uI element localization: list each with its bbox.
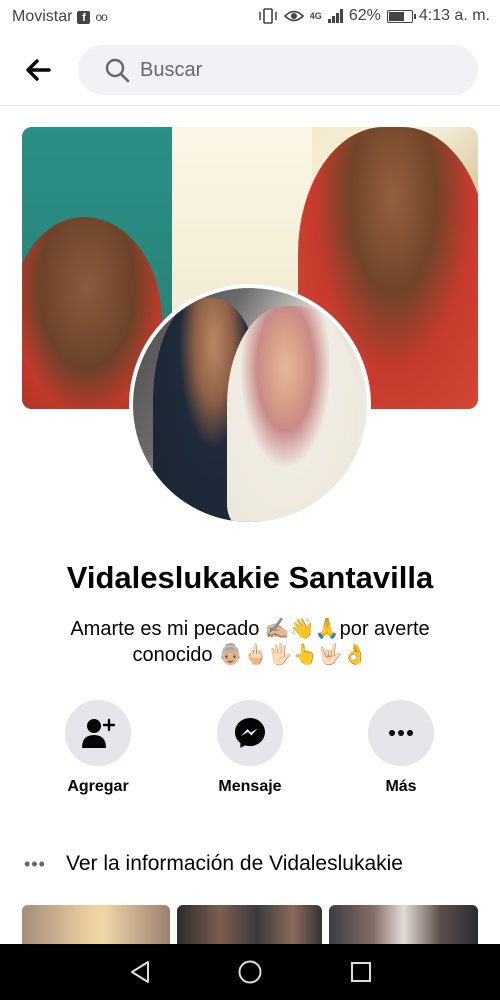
back-button[interactable] [22,54,54,86]
voicemail-icon: oo [95,10,107,24]
profile-picture[interactable] [133,288,367,522]
battery-fill [388,11,404,21]
search-input[interactable] [140,58,440,82]
clock: 4:13 a. m. [418,7,490,24]
profile-actions: Agregar Mensaje Más [0,700,500,810]
profile-bio: Amarte es mi pecado ✍🏼👋🙏por averte conoc… [30,616,470,668]
add-friend-button[interactable]: Agregar [43,700,153,796]
more-dots-icon [389,730,413,736]
profile-bio-line-2: conocido 👵🏼🖕🏻🖐🏻👆🤟🏻👌 [132,644,368,666]
nav-home-button[interactable] [236,958,264,986]
see-info-text[interactable]: Ver la información de Vidaleslukakie [66,852,403,876]
battery-icon [386,9,416,23]
carrier-name: Movistar [12,8,73,25]
message-label: Mensaje [218,778,282,795]
messenger-icon [235,718,265,748]
profile-bio-line-1: Amarte es mi pecado ✍🏼👋🙏por averte [70,618,430,640]
photo-thumbnail[interactable] [177,905,322,945]
more-label: Más [385,778,417,795]
battery-percent: 62% [348,7,381,24]
eye-icon [283,10,304,22]
search-icon [105,58,130,83]
message-button[interactable]: Mensaje [195,700,305,796]
message-circle[interactable] [217,700,283,766]
photo-thumbnail[interactable] [329,905,478,945]
add-friend-label: Agregar [67,778,129,795]
android-nav-bar [0,944,500,1000]
nav-recents-button[interactable] [347,958,375,986]
vibrate-icon [259,8,277,24]
carrier-group: Movistar f oo [12,8,108,26]
photos-strip [22,905,478,945]
search-bar[interactable] [78,45,478,95]
add-friend-icon [82,718,115,748]
facebook-notification-icon: f [77,10,91,24]
add-friend-circle[interactable] [65,700,131,766]
more-button[interactable]: Más [346,700,456,796]
more-info-icon: ••• [24,853,46,874]
signal-icon [327,9,343,23]
circle-home-icon [238,960,262,984]
profile-name: Vidaleslukakie Santavilla [66,560,434,595]
see-info-row[interactable]: ••• Ver la información de Vidaleslukakie [24,848,484,880]
back-arrow-icon [26,59,51,81]
square-recents-icon [351,962,371,982]
network-type: 4G [309,11,322,21]
nav-back-button[interactable] [126,958,154,986]
search-header [0,34,500,106]
profile-picture-person-right [227,306,357,522]
photo-thumbnail[interactable] [22,905,170,945]
status-bar: Movistar f oo 4G 62% 4:13 a. m. [0,0,500,34]
status-indicators: 4G 62% 4:13 a. m. [258,7,490,25]
triangle-back-icon [131,961,149,983]
more-circle[interactable] [368,700,434,766]
